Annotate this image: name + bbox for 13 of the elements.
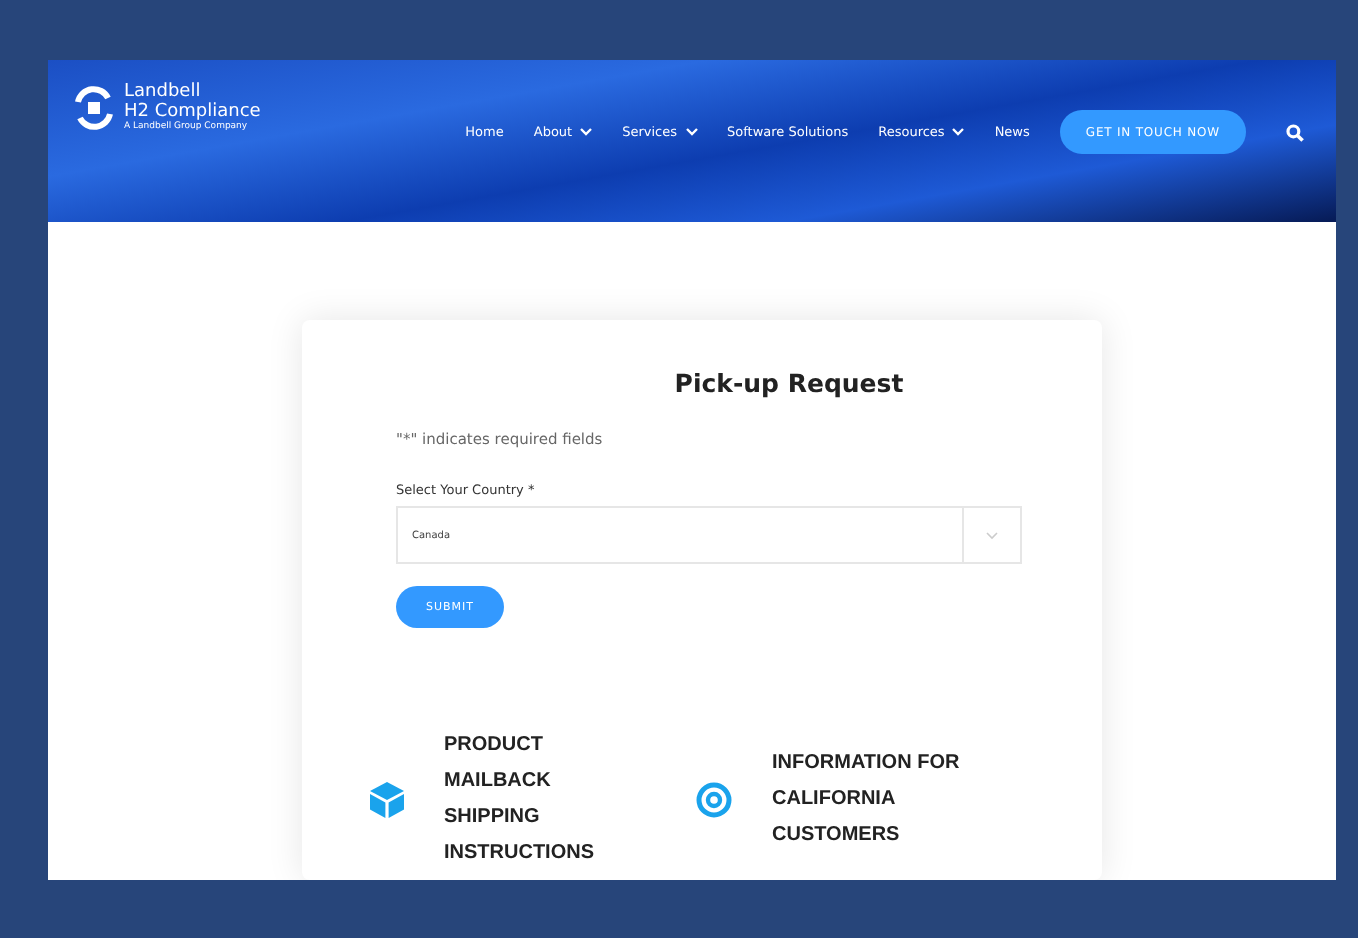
feature-title[interactable]: PRODUCT MAILBACK SHIPPING INSTRUCTIONS bbox=[444, 728, 644, 872]
brand-name: Landbell bbox=[124, 82, 203, 102]
feature-title[interactable]: INFORMATION FOR CALIFORNIA CUSTOMERS bbox=[772, 746, 972, 854]
target-icon bbox=[696, 782, 732, 818]
form-title: Pick-up Request bbox=[672, 368, 906, 398]
caret-icon bbox=[580, 128, 593, 136]
brand-name: H2 Compliance bbox=[124, 102, 261, 122]
caret-icon bbox=[952, 128, 965, 136]
chevron-icon bbox=[986, 531, 998, 539]
search-icon[interactable] bbox=[1286, 123, 1304, 141]
logo-icon bbox=[72, 84, 116, 132]
caret-icon bbox=[685, 128, 698, 136]
box-icon bbox=[370, 782, 404, 818]
